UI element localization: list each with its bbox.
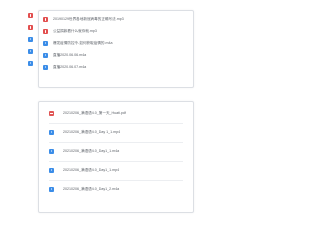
- video-file-icon: [43, 53, 48, 58]
- video-file-icon: [28, 49, 33, 54]
- video-file-icon: [43, 65, 48, 70]
- bottom-file-list-panel: 20210206_满语语4.0_第一天_Huati.pdf 20210206_满…: [38, 101, 194, 213]
- file-row[interactable]: 20210206_满语语4.0_Day1_1.m4a: [49, 146, 119, 157]
- file-name: 公益捐款看什么就你就.mp3: [53, 29, 97, 33]
- video-file-icon: [28, 61, 33, 66]
- video-file-icon: [28, 37, 33, 42]
- row-divider: [49, 180, 183, 181]
- file-name: 直播2020.06.07.m4a: [53, 65, 87, 69]
- video-file-icon: [49, 130, 54, 135]
- file-name: 20210206_满语语4.0_Day1_1.mp4: [63, 168, 120, 172]
- audio-file-icon: [28, 13, 33, 18]
- row-divider: [49, 161, 183, 162]
- file-name: 直播2020.06.06.m4a: [53, 53, 87, 57]
- video-file-icon: [49, 149, 54, 154]
- audio-file-icon: [43, 17, 48, 22]
- page: 20190129世界各地新冠病毒的正确写法.mp3 公益捐款看什么就你就.mp3…: [0, 0, 230, 230]
- file-name: 20190129世界各地新冠病毒的正确写法.mp3: [53, 17, 124, 21]
- row-divider: [49, 123, 183, 124]
- file-name: 20210206_满语语4.0_Day 1_1.mp4: [63, 130, 121, 134]
- file-row[interactable]: 20210206_满语语4.0_Day1_2.m4a: [49, 184, 119, 195]
- file-name: 20210206_满语语4.0_第一天_Huati.pdf: [63, 111, 126, 115]
- file-row[interactable]: 直播2020.06.07.m4a: [43, 62, 86, 73]
- file-row[interactable]: 20210206_满语语4.0_第一天_Huati.pdf: [49, 108, 126, 119]
- file-row[interactable]: 20210206_满语语4.0_Day1_1.mp4: [49, 165, 119, 176]
- file-row[interactable]: 爆发疫情防控令-如何获取疫情的.m4a: [43, 38, 113, 49]
- video-file-icon: [49, 187, 54, 192]
- file-name: 20210206_满语语4.0_Day1_1.m4a: [63, 149, 120, 153]
- file-row[interactable]: 20210206_满语语4.0_Day 1_1.mp4: [49, 127, 120, 138]
- file-name: 20210206_满语语4.0_Day1_2.m4a: [63, 187, 120, 191]
- top-file-list-panel: 20190129世界各地新冠病毒的正确写法.mp3 公益捐款看什么就你就.mp3…: [38, 10, 194, 88]
- file-row[interactable]: 20190129世界各地新冠病毒的正确写法.mp3: [43, 14, 124, 25]
- audio-file-icon: [28, 25, 33, 30]
- video-file-icon: [49, 168, 54, 173]
- file-row[interactable]: 公益捐款看什么就你就.mp3: [43, 26, 97, 37]
- file-row[interactable]: 直播2020.06.06.m4a: [43, 50, 86, 61]
- row-divider: [49, 142, 183, 143]
- pdf-file-icon: [49, 111, 54, 116]
- audio-file-icon: [43, 29, 48, 34]
- file-name: 爆发疫情防控令-如何获取疫情的.m4a: [53, 41, 113, 45]
- video-file-icon: [43, 41, 48, 46]
